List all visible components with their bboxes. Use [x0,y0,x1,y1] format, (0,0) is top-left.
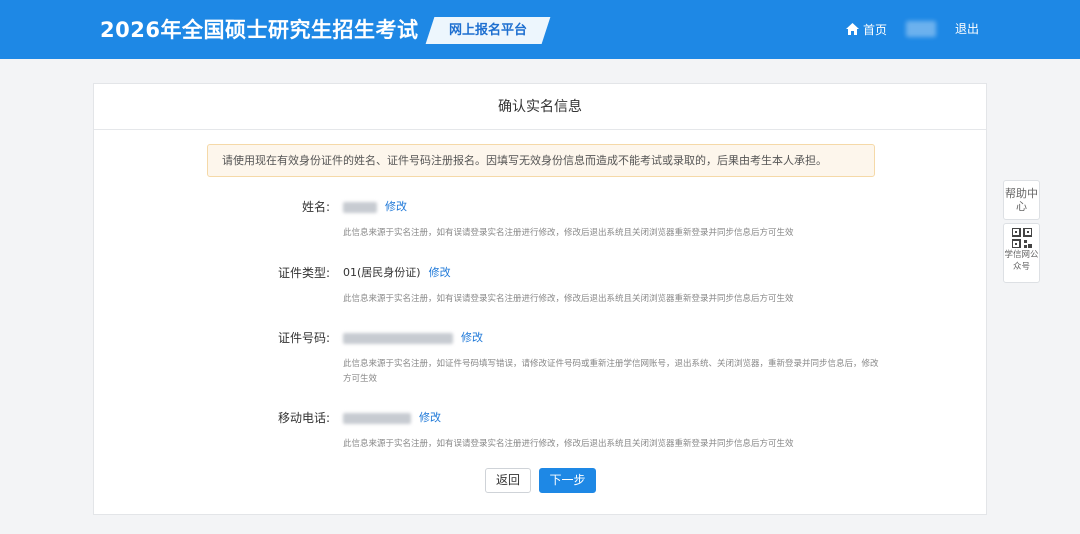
field-label: 证件类型: [277,266,330,280]
top-bar: 2026年全国硕士研究生招生考试 网上报名平台 首页 退出 [0,0,1080,59]
help-center-button[interactable]: 帮助中心 [1003,180,1040,220]
id-type-value: 01(居民身份证) 修改 [343,264,451,280]
field-note: 此信息来源于实名注册，如有误请登录实名注册进行修改，修改后退出系统且关闭浏览器重… [343,228,794,238]
home-label: 首页 [863,22,888,37]
edit-id-type-link[interactable]: 修改 [429,266,451,279]
edit-mobile-link[interactable]: 修改 [419,411,441,424]
field-label: 证件号码: [277,331,330,345]
next-button[interactable]: 下一步 [539,468,596,493]
logout-link[interactable]: 退出 [955,20,979,37]
platform-label: 网上报名平台 [448,23,527,38]
mobile-redacted [343,412,411,424]
qr-code-icon [1011,228,1032,248]
id-type-text: 01(居民身份证) [343,266,421,279]
id-number-value: 修改 [343,329,483,345]
user-name-redacted [906,21,936,37]
field-note: 此信息来源于实名注册，如证件号码填写错误，请修改证件号码或重新注册学信网账号，退… [343,359,879,384]
home-icon [846,23,859,35]
home-link[interactable]: 首页 [846,20,887,38]
back-button[interactable]: 返回 [485,468,531,493]
field-label: 姓名: [301,200,330,214]
field-note: 此信息来源于实名注册，如有误请登录实名注册进行修改，修改后退出系统且关闭浏览器重… [343,294,794,304]
warning-notice: 请使用现在有效身份证件的姓名、证件号码注册报名。因填写无效身份信息而造成不能考试… [207,144,875,177]
wechat-qr-button[interactable]: 学信网公众号 [1003,223,1040,283]
edit-name-link[interactable]: 修改 [385,200,407,213]
name-redacted [343,201,377,213]
field-note: 此信息来源于实名注册，如有误请登录实名注册进行修改，修改后退出系统且关闭浏览器重… [343,439,794,449]
site-title: 2026年全国硕士研究生招生考试 [100,18,419,42]
confirm-card: 确认实名信息 请使用现在有效身份证件的姓名、证件号码注册报名。因填写无效身份信息… [93,83,987,515]
id-number-redacted [343,332,453,344]
field-label: 移动电话: [277,411,330,425]
qr-label: 学信网公众号 [1004,250,1039,272]
edit-id-number-link[interactable]: 修改 [461,331,483,344]
page-title: 确认实名信息 [94,84,986,130]
mobile-value: 修改 [343,409,441,425]
name-value: 修改 [343,198,407,214]
